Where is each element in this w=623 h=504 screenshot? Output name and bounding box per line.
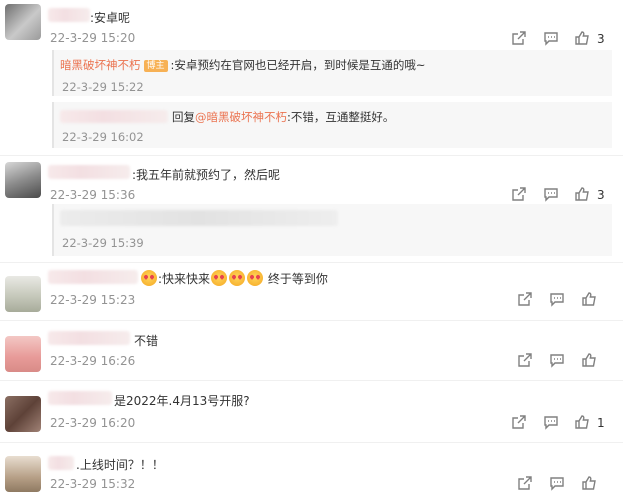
reply-text: 暗黑破坏神不朽 博主:安卓预约在官网也已经开启，到时候是互通的哦~ <box>60 57 426 73</box>
share-icon[interactable] <box>517 352 537 372</box>
comment-time: 22-3-29 15:20 <box>50 31 136 45</box>
comment-time: 22-3-29 15:36 <box>50 188 136 202</box>
comment-content: :快来快来 <box>158 272 211 286</box>
reply-time: 22-3-29 15:22 <box>62 80 144 94</box>
avatar[interactable] <box>5 336 41 372</box>
avatar[interactable] <box>5 4 41 40</box>
comment-actions <box>511 475 611 495</box>
comment-text: :安卓呢 <box>90 11 131 25</box>
comment-icon[interactable] <box>549 475 569 495</box>
comment-content-tail: 终于等到你 <box>267 272 328 286</box>
thumbs-up-icon[interactable] <box>581 475 601 495</box>
like-count: 3 <box>597 188 605 202</box>
reply-content: :不错，互通整挺好。 <box>287 110 395 124</box>
like-count: 3 <box>597 32 605 46</box>
comment-item: :快来快来 终于等到你 22-3-29 15:23 <box>0 266 623 318</box>
comment-text: 不错 <box>134 334 159 348</box>
comment-item: :安卓呢 22-3-29 15:20 3 暗黑破坏神不朽 博主:安卓预约在官网也已… <box>0 0 623 152</box>
thumbs-up-icon[interactable] <box>574 186 594 206</box>
reply-text: 回复@暗黑破坏神不朽:不错，互通整挺好。 <box>172 109 394 125</box>
share-icon[interactable] <box>511 414 531 434</box>
comment-icon[interactable] <box>549 352 569 372</box>
reply-author[interactable]: 暗黑破坏神不朽 <box>60 58 141 72</box>
comment-actions: 1 <box>511 414 611 434</box>
reply-time: 22-3-29 16:02 <box>62 130 144 144</box>
username-blurred[interactable] <box>48 391 112 405</box>
reply-time: 22-3-29 15:39 <box>62 236 144 250</box>
thumbs-up-icon[interactable] <box>581 352 601 372</box>
username-blurred[interactable] <box>48 270 138 284</box>
avatar[interactable] <box>5 396 41 432</box>
comment-text: :快来快来 终于等到你 <box>140 270 328 287</box>
comment-actions: 3 <box>511 30 611 50</box>
reply-item: 回复@暗黑破坏神不朽:不错，互通整挺好。 22-3-29 16:02 <box>52 102 612 148</box>
reply-mention[interactable]: @暗黑破坏神不朽 <box>195 110 287 124</box>
divider <box>0 320 623 321</box>
reply-item: 暗黑破坏神不朽 博主:安卓预约在官网也已经开启，到时候是互通的哦~ 22-3-29… <box>52 50 612 96</box>
heart-eyes-emoji-icon <box>229 270 246 286</box>
comment-item: .上线时间？！！ 22-3-29 15:32 <box>0 448 623 504</box>
username-blurred[interactable] <box>48 331 130 345</box>
comment-time: 22-3-29 15:32 <box>50 477 136 491</box>
heart-eyes-emoji-icon <box>141 270 157 286</box>
share-icon[interactable] <box>511 30 531 50</box>
comment-text: 是2022年.4月13号开服? <box>114 394 250 408</box>
avatar[interactable] <box>5 162 41 198</box>
username-blurred[interactable] <box>48 456 74 470</box>
comment-actions <box>511 352 611 372</box>
reply-item: 22-3-29 15:39 <box>52 204 612 256</box>
divider <box>0 442 623 443</box>
comment-actions <box>511 291 611 311</box>
comment-icon[interactable] <box>543 186 563 206</box>
comment-time: 22-3-29 16:20 <box>50 416 136 430</box>
comment-text: :我五年前就预约了，然后呢 <box>132 168 281 182</box>
divider <box>0 262 623 263</box>
username-blurred[interactable] <box>48 8 90 22</box>
heart-eyes-emoji-icon <box>247 270 264 286</box>
avatar[interactable] <box>5 456 41 492</box>
share-icon[interactable] <box>517 475 537 495</box>
share-icon[interactable] <box>517 291 537 311</box>
comment-time: 22-3-29 16:26 <box>50 354 136 368</box>
comment-item: :我五年前就预约了，然后呢 22-3-29 15:36 3 22-3-29 15… <box>0 160 623 260</box>
avatar[interactable] <box>5 276 41 312</box>
username-blurred[interactable] <box>60 110 168 123</box>
reply-text-blurred <box>60 210 338 226</box>
divider <box>0 380 623 381</box>
like-count: 1 <box>597 416 605 430</box>
comment-time: 22-3-29 15:23 <box>50 293 136 307</box>
comment-actions: 3 <box>511 186 611 206</box>
comment-icon[interactable] <box>543 414 563 434</box>
author-badge: 博主 <box>143 60 168 72</box>
reply-prefix: 回复 <box>172 110 195 124</box>
comment-icon[interactable] <box>543 30 563 50</box>
thumbs-up-icon[interactable] <box>574 414 594 434</box>
comment-item: 是2022年.4月13号开服? 22-3-29 16:20 1 <box>0 386 623 438</box>
divider <box>0 155 623 156</box>
comment-text: .上线时间？！！ <box>76 458 164 472</box>
share-icon[interactable] <box>511 186 531 206</box>
thumbs-up-icon[interactable] <box>574 30 594 50</box>
thumbs-up-icon[interactable] <box>581 291 601 311</box>
comment-item: 不错 22-3-29 16:26 <box>0 326 623 376</box>
comment-icon[interactable] <box>549 291 569 311</box>
reply-content: :安卓预约在官网也已经开启，到时候是互通的哦~ <box>170 58 426 72</box>
username-blurred[interactable] <box>48 165 130 179</box>
heart-eyes-emoji-icon <box>211 270 228 286</box>
